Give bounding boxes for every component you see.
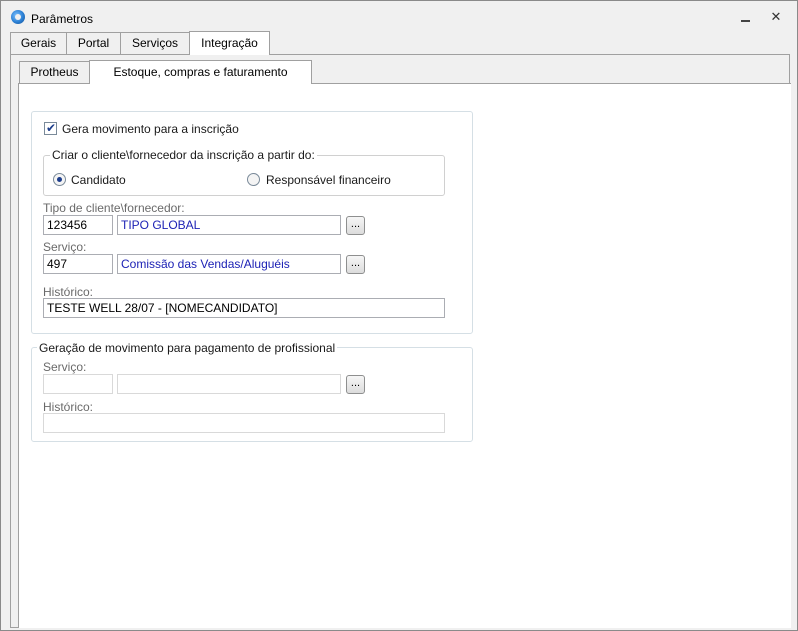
window-title: Parâmetros [31, 12, 94, 26]
parametros-window: Parâmetros ✕ Gerais Portal Serviços Inte… [0, 0, 798, 631]
tab-protheus[interactable]: Protheus [19, 61, 90, 84]
historico-label: Histórico: [43, 285, 94, 299]
historico-input[interactable]: TESTE WELL 28/07 - [NOMECANDIDATO] [43, 298, 445, 318]
minimize-button[interactable] [736, 8, 756, 26]
servico-profissional-code-input[interactable] [43, 374, 113, 394]
gera-movimento-label: Gera movimento para a inscrição [62, 122, 239, 136]
tipo-cliente-description-input[interactable]: TIPO GLOBAL [117, 215, 341, 235]
tab-estoque-compras-faturamento[interactable]: Estoque, compras e faturamento [89, 60, 312, 84]
historico-profissional-label: Histórico: [43, 400, 94, 414]
pagamento-profissional-legend: Geração de movimento para pagamento de p… [37, 341, 338, 355]
servico-label: Serviço: [43, 240, 87, 254]
criar-cliente-legend: Criar o cliente\fornecedor da inscrição … [50, 148, 317, 162]
responsavel-financeiro-radio[interactable] [247, 173, 260, 186]
checkmark-icon: ✔ [46, 121, 57, 135]
app-logo-icon [11, 10, 25, 24]
gera-movimento-checkbox[interactable]: ✔ [44, 121, 57, 135]
tab-servicos[interactable]: Serviços [120, 32, 190, 55]
servico-profissional-lookup-button[interactable]: ... [346, 375, 365, 394]
servico-description-input[interactable]: Comissão das Vendas/Aluguéis [117, 254, 341, 274]
estoque-panel: ✔ Gera movimento para a inscrição Candid… [18, 83, 791, 628]
servico-code-input[interactable]: 497 [43, 254, 113, 274]
integracao-panel: Protheus Estoque, compras e faturamento … [10, 54, 791, 628]
historico-profissional-input[interactable] [43, 413, 445, 433]
tab-gerais[interactable]: Gerais [10, 32, 67, 55]
servico-lookup-button[interactable]: ... [346, 255, 365, 274]
tipo-cliente-label: Tipo de cliente\fornecedor: [43, 201, 185, 215]
candidato-label: Candidato [71, 173, 126, 187]
responsavel-financeiro-label: Responsável financeiro [266, 173, 391, 187]
gera-movimento-group: ✔ Gera movimento para a inscrição Candid… [31, 111, 473, 334]
candidato-radio[interactable] [53, 173, 66, 186]
tipo-cliente-code-input[interactable]: 123456 [43, 215, 113, 235]
servico-profissional-description-input[interactable] [117, 374, 341, 394]
tipo-cliente-lookup-button[interactable]: ... [346, 216, 365, 235]
tab-integracao[interactable]: Integração [189, 31, 270, 55]
minimize-icon [741, 20, 750, 22]
close-button[interactable]: ✕ [766, 8, 786, 26]
tab-portal[interactable]: Portal [66, 32, 121, 55]
servico-profissional-label: Serviço: [43, 360, 87, 374]
title-bar: Parâmetros ✕ [1, 1, 797, 33]
pagamento-profissional-group: Serviço: ... Histórico: [31, 347, 473, 442]
